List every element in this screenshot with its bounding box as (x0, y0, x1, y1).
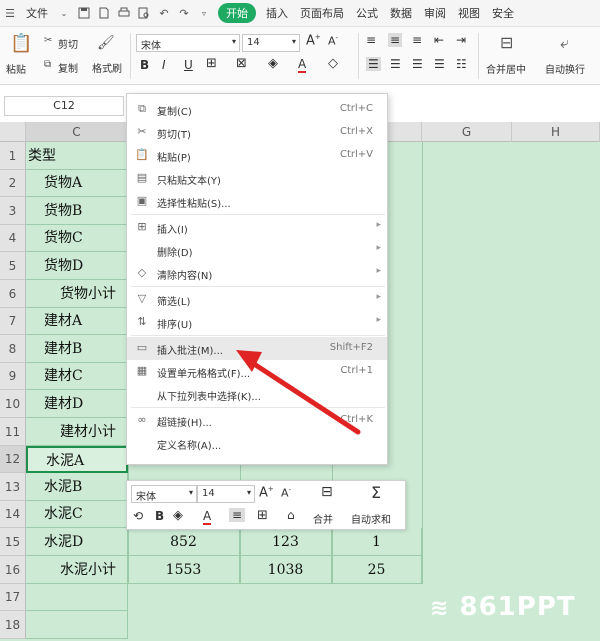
autosum-icon[interactable]: Σ (371, 483, 381, 502)
mini-merge-button[interactable]: 合并 (313, 511, 333, 526)
mini-font-size-select[interactable]: 14 ▾ (197, 485, 255, 503)
stack-icon: ≋ (430, 596, 450, 621)
align-center-icon[interactable]: ≡ (229, 508, 246, 522)
pointer-arrow (236, 350, 361, 435)
watermark-logo: ≋ 861PPT (430, 592, 576, 622)
border-icon[interactable]: ⊞ (257, 508, 268, 523)
format-brush-icon[interactable]: ⌂ (287, 508, 295, 522)
arrow-shaft (245, 357, 361, 435)
mini-font-size-value: 14 (202, 488, 215, 499)
chevron-down-icon: ▾ (246, 488, 251, 497)
font-color-icon[interactable]: A (203, 509, 212, 525)
bold-icon[interactable]: B (155, 509, 164, 523)
mini-toolbar: 宋体 ▾ 14 ▾ A+ A- ⊟ Σ ⟲ B ◈ A ≡ ⊞ ⌂ 合并 自动求… (126, 480, 406, 530)
fill-color-icon[interactable]: ◈ (173, 508, 183, 523)
watermark-text: 861PPT (459, 592, 576, 622)
merge-icon[interactable]: ⊟ (321, 484, 333, 500)
mini-font-name-select[interactable]: 宋体 ▾ (131, 485, 197, 503)
increase-font-icon[interactable]: A+ (259, 485, 274, 500)
mini-font-name-value: 宋体 (136, 492, 156, 503)
mini-autosum-button[interactable]: 自动求和 (351, 511, 391, 526)
chevron-down-icon: ▾ (188, 488, 193, 497)
format-painter-icon[interactable]: ⟲ (133, 509, 143, 523)
decrease-font-icon[interactable]: A- (281, 486, 291, 500)
